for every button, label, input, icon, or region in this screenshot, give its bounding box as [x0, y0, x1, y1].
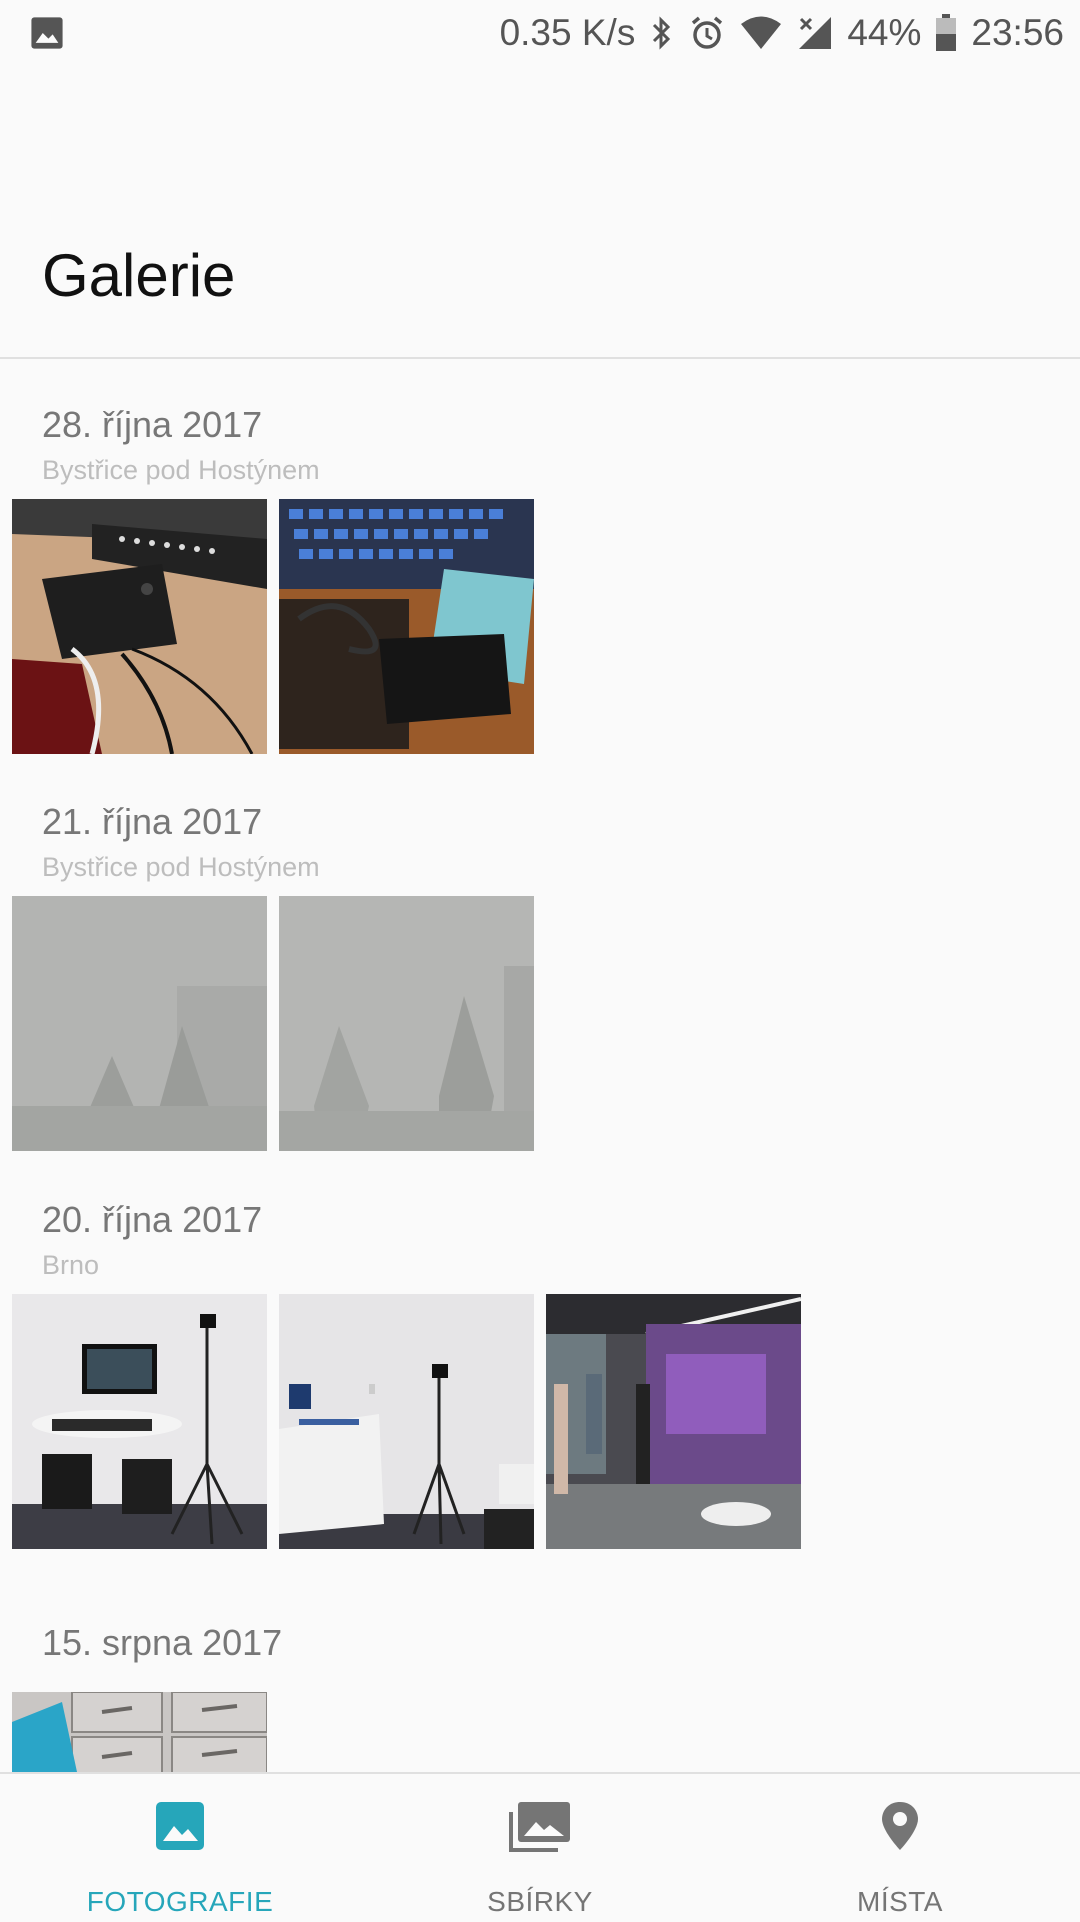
clock: 23:56	[971, 12, 1064, 53]
bottom-navigation: FOTOGRAFIE SBÍRKY MÍSTA	[0, 1772, 1080, 1922]
photo-tv-box-remote[interactable]	[12, 499, 267, 754]
photo-event-hall[interactable]	[546, 1294, 801, 1549]
collections-icon	[509, 1802, 570, 1852]
section-location: Brno	[42, 1250, 100, 1280]
battery-percent: 44%	[847, 12, 922, 53]
tab-photos-label: FOTOGRAFIE	[86, 1886, 274, 1917]
tab-collections[interactable]: SBÍRKY	[360, 1774, 720, 1922]
section-location: Bystřice pod Hostýnem	[42, 455, 320, 485]
section-location: Bystřice pod Hostýnem	[42, 852, 320, 882]
photo-icon	[156, 1802, 204, 1850]
section-date: 28. října 2017	[42, 404, 263, 445]
tab-photos[interactable]: FOTOGRAFIE	[0, 1774, 360, 1922]
photo-tripod-room[interactable]	[279, 1294, 534, 1549]
photo-timeline[interactable]: 28. října 2017 Bystřice pod Hostýnem 21.…	[0, 359, 1080, 1772]
section-date: 15. srpna 2017	[42, 1622, 283, 1663]
tab-collections-label: SBÍRKY	[487, 1886, 593, 1917]
image-notification-icon	[31, 17, 63, 49]
photo-vr-setup[interactable]	[12, 1294, 267, 1549]
network-speed: 0.35 K/s	[499, 12, 636, 53]
wifi-icon	[741, 16, 782, 49]
photo-fog-2[interactable]	[279, 896, 534, 1151]
status-bar: 0.35 K/s 44% 23:56	[0, 0, 1080, 66]
photo-fog-1[interactable]	[12, 896, 267, 1151]
page-title: Galerie	[42, 242, 236, 309]
section-date: 21. října 2017	[42, 801, 263, 842]
place-icon	[882, 1802, 918, 1850]
signal-icon	[799, 17, 832, 49]
bluetooth-icon	[653, 16, 671, 50]
battery-icon	[936, 14, 957, 51]
tab-places[interactable]: MÍSTA	[720, 1774, 1080, 1922]
alarm-icon	[692, 16, 723, 49]
app-header: Galerie	[0, 66, 1080, 359]
tab-places-label: MÍSTA	[857, 1886, 943, 1917]
section-date: 20. října 2017	[42, 1199, 263, 1240]
photo-drawers[interactable]	[12, 1692, 267, 1772]
photo-tv-box-keyboard[interactable]	[279, 499, 534, 754]
